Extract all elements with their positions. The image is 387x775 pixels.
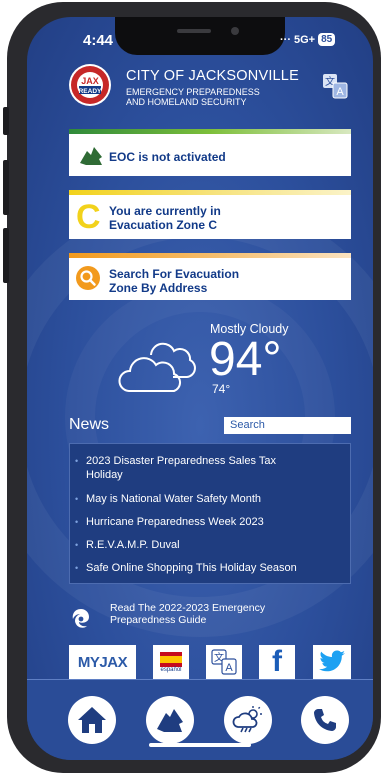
cloud-icon (118, 342, 196, 392)
home-icon (78, 707, 106, 733)
zone-letter-icon: C (76, 198, 101, 236)
silent-switch (3, 107, 9, 135)
tab-phone[interactable] (301, 696, 349, 744)
app-title: CITY OF JACKSONVILLE (126, 68, 299, 84)
evacuation-zone-text: You are currently in Evacuation Zone C (109, 204, 221, 232)
network-label: 5G+ (294, 33, 316, 46)
app-screen: 4:44 ··· 5G+ 85 JAX READY CITY OF JACKSO… (27, 17, 373, 760)
hurricane-icon (72, 609, 89, 628)
spanish-label: español (160, 666, 182, 673)
jax-ready-logo: JAX READY (69, 64, 111, 106)
weather-storm-icon (232, 706, 262, 733)
volume-down-button (3, 228, 9, 283)
eoc-status-card[interactable]: EOC is not activated (69, 129, 351, 176)
news-heading: News (69, 416, 110, 433)
phone-frame: 4:44 ··· 5G+ 85 JAX READY CITY OF JACKSO… (3, 2, 381, 773)
myjax-logo: MYJAX (77, 653, 128, 671)
spanish-button[interactable]: español (153, 645, 189, 679)
card-accent-strip (69, 190, 351, 195)
facebook-button[interactable]: f (259, 645, 295, 679)
battery-icon: 85 (318, 33, 336, 46)
app-subtitle: EMERGENCY PREPAREDNESS AND HOMELAND SECU… (126, 87, 260, 107)
news-item[interactable]: 2023 Disaster Preparedness Sales TaxHoli… (75, 454, 336, 482)
current-temperature: 94° (209, 333, 282, 386)
status-indicators: ··· 5G+ 85 (280, 33, 336, 46)
status-time: 4:44 (83, 32, 114, 49)
translate-icon: 文 A (211, 649, 237, 675)
news-item[interactable]: Hurricane Preparedness Week 2023 (75, 515, 336, 529)
preparedness-guide-link[interactable]: Read The 2022-2023 Emergency Preparednes… (110, 602, 310, 626)
card-accent-strip (69, 129, 351, 134)
svg-text:A: A (225, 662, 233, 674)
search-evacuation-text: Search For Evacuation Zone By Address (109, 267, 240, 295)
florida-eoc-icon (80, 147, 102, 165)
tab-weather[interactable] (224, 696, 272, 744)
florida-map-icon (157, 709, 183, 732)
bottom-tab-bar (27, 679, 373, 760)
translate-icon[interactable]: 文 A (321, 72, 349, 100)
news-search-input[interactable]: Search (224, 417, 351, 434)
news-item[interactable]: May is National Water Safety Month (75, 492, 336, 506)
low-temperature: 74° (212, 382, 231, 396)
home-indicator (149, 743, 251, 747)
tab-home[interactable] (68, 696, 116, 744)
twitter-button[interactable] (313, 645, 351, 679)
svg-text:JAX: JAX (81, 76, 99, 86)
tab-map[interactable] (146, 696, 194, 744)
facebook-icon: f (272, 645, 282, 678)
volume-up-button (3, 160, 9, 215)
search-icon (76, 266, 100, 290)
news-item[interactable]: R.E.V.A.M.P. Duval (75, 538, 336, 552)
news-item[interactable]: Safe Online Shopping This Holiday Season (75, 561, 336, 575)
svg-text:A: A (336, 86, 344, 98)
signal-icon: ··· (280, 33, 291, 46)
translate-button[interactable]: 文 A (206, 645, 242, 679)
twitter-icon (319, 650, 345, 672)
news-list: 2023 Disaster Preparedness Sales TaxHoli… (69, 443, 351, 584)
spain-flag-icon (160, 651, 182, 667)
card-accent-strip (69, 253, 351, 258)
myjax-button[interactable]: MYJAX (69, 645, 136, 679)
phone-icon (314, 709, 336, 731)
eoc-status-text: EOC is not activated (109, 150, 226, 164)
search-evacuation-card[interactable]: Search For Evacuation Zone By Address (69, 253, 351, 300)
evacuation-zone-card[interactable]: C You are currently in Evacuation Zone C (69, 190, 351, 239)
svg-text:READY: READY (79, 88, 102, 95)
notch (115, 17, 285, 55)
